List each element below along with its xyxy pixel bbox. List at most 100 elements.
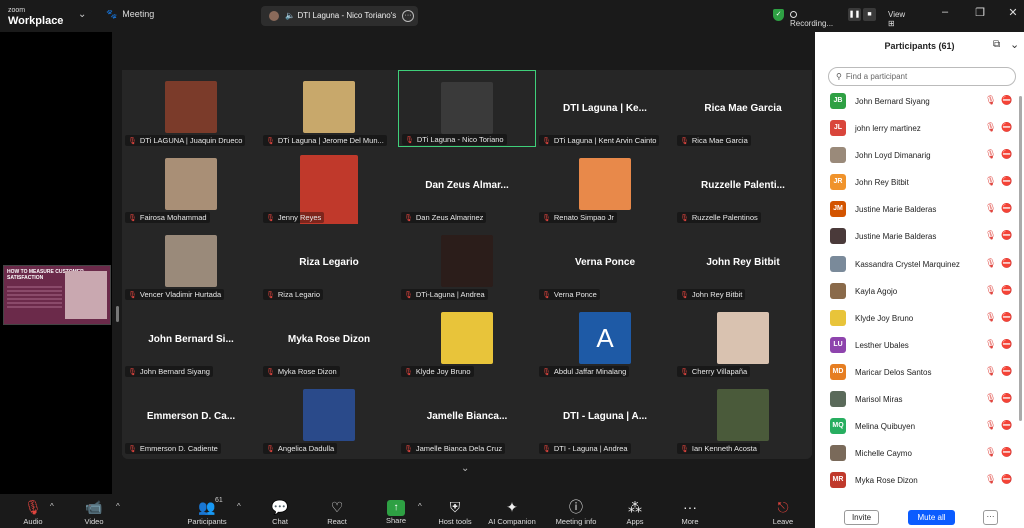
participant-row[interactable]: JM Justine Marie Balderas 🎙 ⛔	[815, 198, 1024, 225]
chevron-up-icon[interactable]: ^	[237, 502, 241, 511]
chevron-up-icon[interactable]: ^	[116, 502, 120, 511]
video-off-icon[interactable]: ⛔	[1001, 176, 1012, 187]
video-off-icon[interactable]: ⛔	[1001, 393, 1012, 404]
mic-muted-icon[interactable]: 🎙	[985, 176, 996, 187]
participant-row[interactable]: JL john lerry martinez 🎙 ⛔	[815, 117, 1024, 144]
participant-row[interactable]: LU Lesther Ubales 🎙 ⛔	[815, 334, 1024, 361]
share-button[interactable]: ↑ Share	[366, 497, 426, 525]
mic-muted-icon[interactable]: 🎙	[985, 122, 996, 133]
video-tile[interactable]: Rica Mae Garcia 🎙 Rica Mae Garcia	[674, 70, 812, 147]
mic-muted-icon[interactable]: 🎙	[985, 366, 996, 377]
stop-recording-button[interactable]: ■	[863, 8, 876, 21]
chevron-up-icon[interactable]: ^	[418, 502, 422, 511]
participant-row[interactable]: Kassandra Crystel Marquinez 🎙 ⛔	[815, 253, 1024, 280]
shared-screen-thumbnail[interactable]: HOW TO MEASURE CUSTOMER SATISFACTION	[3, 265, 111, 325]
video-tile[interactable]: 🎙 Ian Kenneth Acosta	[674, 378, 812, 455]
participant-row[interactable]: JB John Bernard Siyang 🎙 ⛔	[815, 90, 1024, 117]
video-tile[interactable]: Riza Legario 🎙 Riza Legario	[260, 224, 398, 301]
video-tile[interactable]: 🎙 DTi LAGUNA | Juaquin Drueco	[122, 70, 260, 147]
chevron-down-icon[interactable]: ⌄	[78, 9, 86, 20]
mic-muted-icon[interactable]: 🎙	[985, 95, 996, 106]
participant-row[interactable]: Kayla Agojo 🎙 ⛔	[815, 280, 1024, 307]
host-tools-button[interactable]: ⛨ Host tools	[425, 497, 485, 526]
mic-muted-icon[interactable]: 🎙	[985, 230, 996, 241]
video-tile[interactable]: A 🎙 Abdul Jaffar Minalang	[536, 301, 674, 378]
more-options-icon[interactable]: ···	[402, 10, 414, 22]
apps-button[interactable]: ⁂ Apps	[605, 497, 665, 526]
video-off-icon[interactable]: ⛔	[1001, 420, 1012, 431]
video-tile[interactable]: Myka Rose Dizon 🎙 Myka Rose Dizon	[260, 301, 398, 378]
video-tile[interactable]: John Bernard Si... 🎙 John Bernard Siyang	[122, 301, 260, 378]
chevron-up-icon[interactable]: ^	[50, 502, 54, 511]
video-button[interactable]: 📹 Video	[64, 497, 124, 526]
audio-button[interactable]: 🎙 Audio	[3, 497, 63, 526]
participant-row[interactable]: JR John Rey Bitbit 🎙 ⛔	[815, 171, 1024, 198]
participant-row[interactable]: Justine Marie Balderas 🎙 ⛔	[815, 225, 1024, 252]
video-tile[interactable]: Dan Zeus Almar... 🎙 Dan Zeus Almarinez	[398, 147, 536, 224]
video-tile[interactable]: 🎙 DTi Laguna | Jerome Del Mun...	[260, 70, 398, 147]
video-tile[interactable]: 🎙 Klyde Joy Bruno	[398, 301, 536, 378]
video-off-icon[interactable]: ⛔	[1001, 122, 1012, 133]
video-off-icon[interactable]: ⛔	[1001, 230, 1012, 241]
view-button[interactable]: View ⊞	[888, 10, 905, 28]
video-tile[interactable]: Emmerson D. Ca... 🎙 Emmerson D. Cadiente	[122, 378, 260, 455]
video-off-icon[interactable]: ⛔	[1001, 149, 1012, 160]
minimize-window-button[interactable]: –	[937, 6, 953, 18]
video-tile[interactable]: John Rey Bitbit 🎙 John Rey Bitbit	[674, 224, 812, 301]
mic-muted-icon[interactable]: 🎙	[985, 447, 996, 458]
participant-row[interactable]: MR Myka Rose Dizon 🎙 ⛔	[815, 469, 1024, 496]
video-off-icon[interactable]: ⛔	[1001, 258, 1012, 269]
close-icon[interactable]: ⌄	[1010, 38, 1019, 51]
gallery-next-page-chevron-icon[interactable]: ⌄	[461, 463, 469, 474]
pause-recording-button[interactable]: ❚❚	[848, 8, 861, 21]
maximize-window-button[interactable]: ❐	[972, 6, 988, 19]
leave-button[interactable]: ⎋ Leave	[753, 497, 813, 526]
meeting-menu[interactable]: 🐾 Meeting	[106, 9, 154, 20]
video-tile[interactable]: 🎙 DTi-Laguna | Andrea	[398, 224, 536, 301]
security-shield-icon[interactable]: ✓	[773, 9, 784, 21]
video-off-icon[interactable]: ⛔	[1001, 203, 1012, 214]
meeting-info-button[interactable]: ⓘ Meeting info	[546, 497, 606, 526]
video-off-icon[interactable]: ⛔	[1001, 447, 1012, 458]
video-tile[interactable]: DTI Laguna | Ke... 🎙 DTi Laguna | Kent Arv…	[536, 70, 674, 147]
more-button[interactable]: ··· More	[660, 497, 720, 526]
video-tile[interactable]: 🎙 Cherry Villapaña	[674, 301, 812, 378]
video-tile[interactable]: Ruzzelle Palenti... 🎙 Ruzzelle Palentinos	[674, 147, 812, 224]
mic-muted-icon[interactable]: 🎙	[985, 149, 996, 160]
video-tile[interactable]: 🎙 Fairosa Mohammad	[122, 147, 260, 224]
close-window-button[interactable]: ✕	[1005, 6, 1021, 19]
mic-muted-icon[interactable]: 🎙	[985, 474, 996, 485]
mic-muted-icon[interactable]: 🎙	[985, 339, 996, 350]
participant-list-scrollbar[interactable]	[1019, 96, 1022, 421]
video-off-icon[interactable]: ⛔	[1001, 312, 1012, 323]
participant-row[interactable]: Marisol Miras 🎙 ⛔	[815, 388, 1024, 415]
participant-row[interactable]: Klyde Joy Bruno 🎙 ⛔	[815, 307, 1024, 334]
video-tile[interactable]: 🎙 DTi Laguna - Nico Toriano	[398, 70, 536, 147]
mic-muted-icon[interactable]: 🎙	[985, 203, 996, 214]
video-off-icon[interactable]: ⛔	[1001, 366, 1012, 377]
video-tile[interactable]: 🎙 Renato Simpao Jr	[536, 147, 674, 224]
ai-companion-button[interactable]: ✦ AI Companion	[482, 497, 542, 526]
more-options-button[interactable]: ···	[983, 510, 998, 525]
video-tile[interactable]: Verna Ponce 🎙 Verna Ponce	[536, 224, 674, 301]
resize-handle[interactable]	[116, 306, 119, 322]
participants-button[interactable]: 👥 61 Participants	[177, 497, 237, 526]
participant-row[interactable]: John Loyd Dimanarig 🎙 ⛔	[815, 144, 1024, 171]
react-button[interactable]: ♡ React	[307, 497, 367, 526]
active-speaker-pill[interactable]: 🔈 DTI Laguna - Nico Toriano's ···	[261, 6, 418, 26]
mic-muted-icon[interactable]: 🎙	[985, 285, 996, 296]
mute-all-button[interactable]: Mute all	[908, 510, 955, 525]
participant-row[interactable]: MQ Melina Quibuyen 🎙 ⛔	[815, 415, 1024, 442]
participant-row[interactable]: MD Maricar Delos Santos 🎙 ⛔	[815, 361, 1024, 388]
video-off-icon[interactable]: ⛔	[1001, 474, 1012, 485]
participant-row[interactable]: Michelle Caymo 🎙 ⛔	[815, 442, 1024, 469]
mic-muted-icon[interactable]: 🎙	[985, 312, 996, 323]
pop-out-icon[interactable]: ⧉	[993, 39, 1000, 50]
participant-search-input[interactable]: ⚲ Find a participant	[828, 67, 1016, 86]
video-tile[interactable]: DTI - Laguna | A... 🎙 DTI - Laguna | Andre…	[536, 378, 674, 455]
video-tile[interactable]: 🎙 Vencer Vladimir Hurtada	[122, 224, 260, 301]
mic-muted-icon[interactable]: 🎙	[985, 258, 996, 269]
mic-muted-icon[interactable]: 🎙	[985, 420, 996, 431]
video-off-icon[interactable]: ⛔	[1001, 339, 1012, 350]
video-off-icon[interactable]: ⛔	[1001, 95, 1012, 106]
